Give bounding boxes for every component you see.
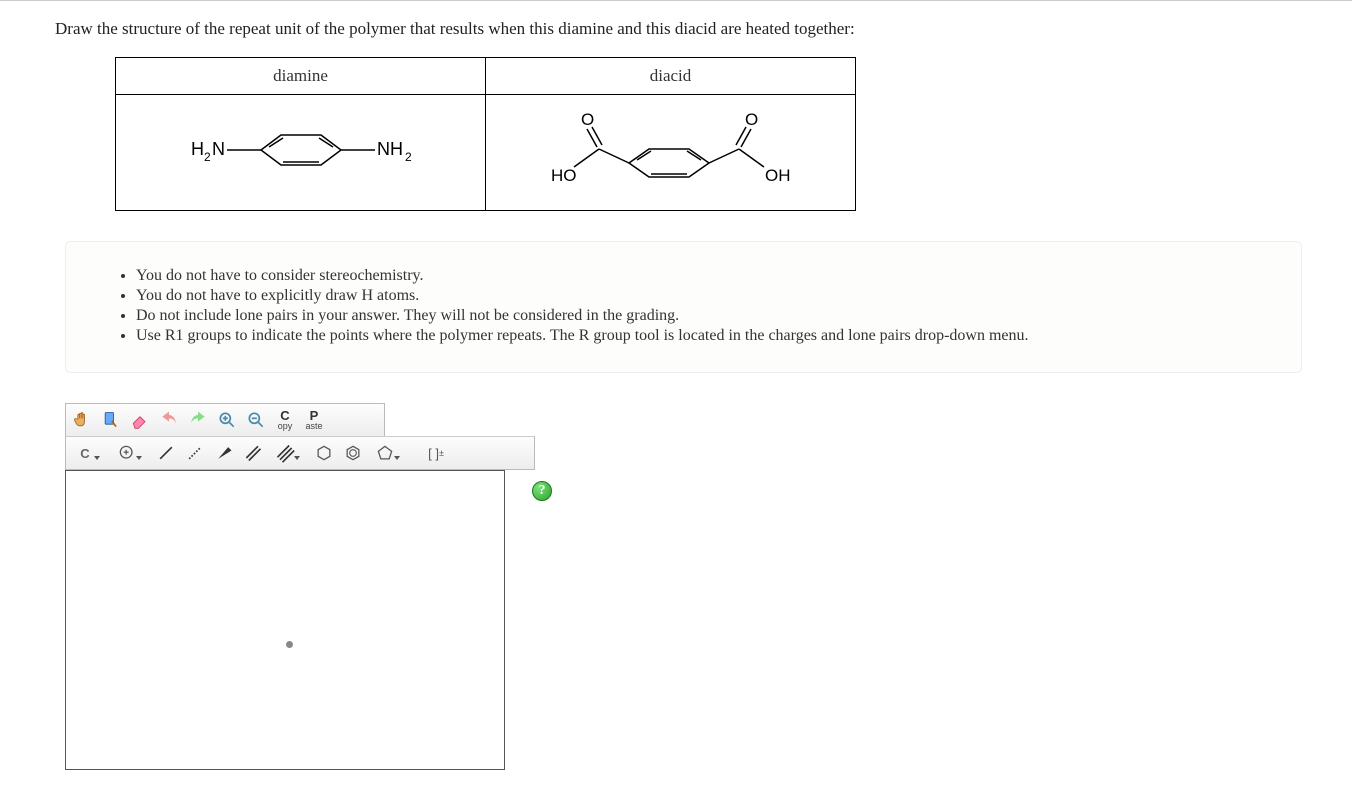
svg-text:H: H [191, 139, 204, 159]
drawing-canvas[interactable]: ? [65, 470, 505, 770]
zoom-out-button[interactable] [242, 406, 270, 434]
diacid-structure-cell: O HO O OH [486, 95, 856, 211]
pan-tool[interactable] [68, 406, 96, 434]
instruction-item: Use R1 groups to indicate the points whe… [136, 327, 1271, 345]
pentagon-tool[interactable] [368, 439, 402, 467]
dashed-bond-tool[interactable] [181, 439, 209, 467]
copy-button[interactable]: C opy [271, 406, 299, 434]
paste-button[interactable]: P aste [300, 406, 328, 434]
col-header-diacid: diacid [486, 58, 856, 95]
svg-text:O: O [745, 110, 758, 129]
diamine-structure: H 2 N NH 2 [171, 110, 431, 190]
triple-bond-tool[interactable] [268, 439, 302, 467]
question-prompt: Draw the structure of the repeat unit of… [55, 19, 1312, 39]
wedge-bond-tool[interactable] [210, 439, 238, 467]
instruction-item: You do not have to explicitly draw H ato… [136, 287, 1271, 305]
instruction-item: You do not have to consider stereochemis… [136, 267, 1271, 285]
bracket-tool[interactable]: [ ]± [422, 439, 450, 467]
diamine-structure-cell: H 2 N NH 2 [116, 95, 486, 211]
col-header-diamine: diamine [116, 58, 486, 95]
reactant-table: diamine diacid H 2 N NH 2 [115, 57, 856, 211]
svg-text:HO: HO [551, 166, 577, 185]
paste-label-bottom: aste [305, 422, 322, 431]
redo-button[interactable] [184, 406, 212, 434]
single-bond-tool[interactable] [152, 439, 180, 467]
svg-text:N: N [212, 139, 225, 159]
diacid-structure: O HO O OH [521, 105, 821, 195]
instructions-panel: You do not have to consider stereochemis… [65, 241, 1302, 373]
charge-tool[interactable] [110, 439, 144, 467]
hexagon-tool[interactable] [310, 439, 338, 467]
benzene-tool[interactable] [339, 439, 367, 467]
copy-label-bottom: opy [278, 422, 293, 431]
element-picker[interactable]: C [68, 439, 102, 467]
canvas-cursor-dot [286, 641, 293, 648]
help-button[interactable]: ? [532, 481, 552, 501]
svg-text:2: 2 [204, 150, 211, 164]
svg-text:NH: NH [377, 139, 403, 159]
double-bond-tool[interactable] [239, 439, 267, 467]
select-tool[interactable] [97, 406, 125, 434]
svg-text:OH: OH [765, 166, 791, 185]
structure-editor: C opy P aste C [65, 403, 535, 770]
undo-button[interactable] [155, 406, 183, 434]
erase-tool[interactable] [126, 406, 154, 434]
toolbar-row-2: C [65, 436, 535, 470]
svg-text:O: O [581, 110, 594, 129]
svg-text:2: 2 [405, 150, 412, 164]
instruction-item: Do not include lone pairs in your answer… [136, 307, 1271, 325]
zoom-in-button[interactable] [213, 406, 241, 434]
toolbar-row-1: C opy P aste [65, 403, 385, 436]
element-label: C [80, 446, 89, 461]
